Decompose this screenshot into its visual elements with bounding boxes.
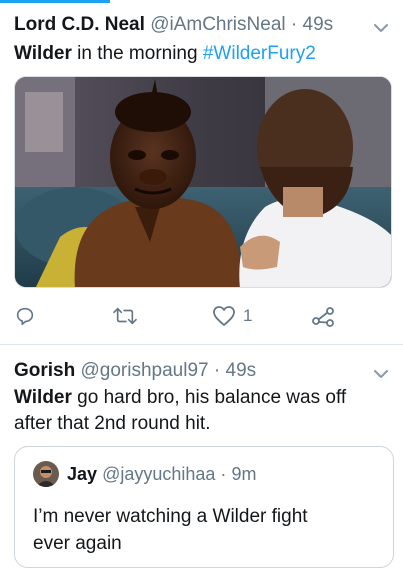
tweet-text-bold: Wilder [14, 387, 72, 408]
chevron-down-icon[interactable] [373, 20, 389, 36]
tweet-text: Wilder in the morning #WilderFury2 [14, 41, 316, 67]
author-name[interactable]: Lord C.D. Neal [14, 14, 145, 35]
tweet-header: Lord C.D. Neal @iAmChrisNeal · 49s [14, 14, 333, 36]
retweet-button[interactable] [112, 299, 138, 333]
separator-dot: · [220, 464, 227, 484]
tweet-card[interactable]: Lord C.D. Neal @iAmChrisNeal · 49s Wilde… [0, 0, 403, 345]
tweet-media-image[interactable] [14, 76, 392, 288]
tweet-text-line: Wilder go hard bro, his balance was off [14, 385, 346, 411]
tweet-card[interactable]: Gorish @gorishpaul97 · 49s Wilder go har… [0, 346, 403, 578]
avatar-image [33, 461, 59, 487]
quoted-text: I’m never watching a Wilder fight ever a… [33, 503, 373, 557]
quoted-text-line: ever again [33, 533, 122, 554]
quoted-tweet[interactable]: Jay @jayyuchihaa · 9m I’m never watching… [14, 446, 394, 568]
like-button[interactable]: 1 [212, 299, 252, 333]
quoted-author-handle[interactable]: @jayyuchihaa [102, 464, 215, 484]
tweet-actions-bar: 1 [0, 299, 403, 333]
quoted-author-name[interactable]: Jay [67, 464, 97, 484]
tweet-header: Gorish @gorishpaul97 · 49s [14, 360, 256, 382]
quoted-timestamp: 9m [231, 464, 257, 484]
tweet-text-plain: go hard bro, his balance was off [71, 387, 347, 408]
separator-dot: · [290, 14, 298, 35]
timestamp[interactable]: 49s [226, 360, 257, 381]
author-handle[interactable]: @gorishpaul97 [81, 360, 209, 381]
reply-icon [16, 307, 34, 326]
tweet-text-line: after that 2nd round hit. [14, 413, 211, 434]
hashtag-link[interactable]: #WilderFury2 [203, 43, 316, 64]
photo-scene [15, 77, 391, 287]
like-count: 1 [243, 306, 253, 325]
author-name[interactable]: Gorish [14, 360, 75, 381]
tweet-text: Wilder go hard bro, his balance was off … [14, 385, 346, 437]
timestamp[interactable]: 49s [303, 14, 334, 35]
tweet-text-plain: in the morning [71, 43, 203, 64]
tweet-text-bold: Wilder [14, 43, 72, 64]
heart-icon [213, 306, 235, 326]
author-handle[interactable]: @iAmChrisNeal [150, 14, 285, 35]
share-icon [312, 307, 334, 327]
separator-dot: · [213, 360, 221, 381]
quoted-header: Jay @jayyuchihaa · 9m [67, 464, 256, 485]
avatar[interactable] [33, 461, 59, 487]
reply-button[interactable] [14, 299, 36, 333]
chevron-down-icon[interactable] [373, 366, 389, 382]
share-button[interactable] [311, 299, 335, 333]
quoted-text-line: I’m never watching a Wilder fight [33, 506, 308, 527]
retweet-icon [113, 307, 137, 325]
